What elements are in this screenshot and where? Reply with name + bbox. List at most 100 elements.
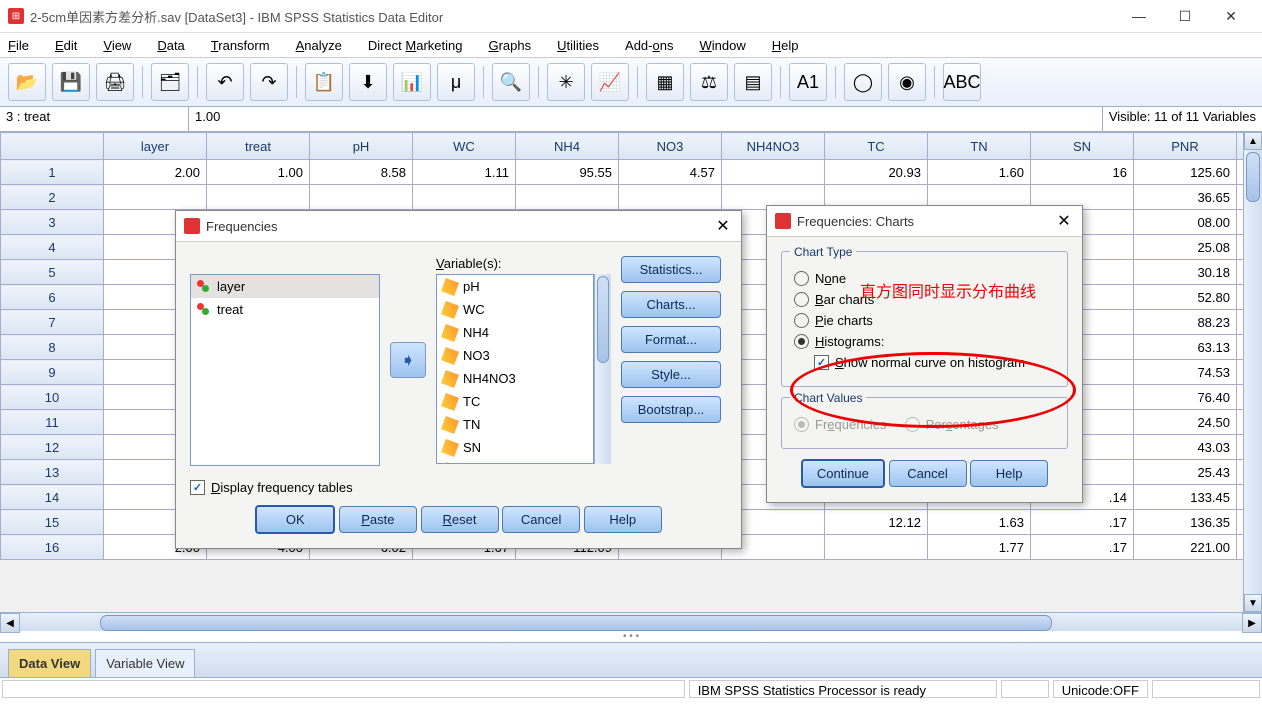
list-item[interactable]: TN [437,413,593,436]
grid-cell[interactable]: 4.57 [619,160,722,185]
row-header[interactable]: 12 [1,435,104,460]
charts-cancel-button[interactable]: Cancel [889,460,967,487]
print-icon[interactable]: 🖨 [96,63,134,101]
menu-data[interactable]: Data [157,38,184,53]
list-item[interactable]: NH4 [437,321,593,344]
scroll-down-arrow[interactable]: ▼ [1244,594,1262,612]
list-item[interactable]: NH4NO3 [437,367,593,390]
minimize-button[interactable]: — [1116,0,1162,32]
use-sets-icon[interactable]: ◯ [844,63,882,101]
charts-help-button[interactable]: Help [970,460,1048,487]
grid-cell[interactable]: 24.50 [1134,410,1237,435]
grid-cell[interactable] [722,160,825,185]
scroll-up-arrow[interactable]: ▲ [1244,132,1262,150]
grid-cell[interactable] [825,535,928,560]
close-button[interactable]: ✕ [1208,0,1254,32]
cell-value[interactable]: 1.00 [189,107,1102,131]
row-header[interactable]: 9 [1,360,104,385]
row-header[interactable]: 16 [1,535,104,560]
grid-cell[interactable]: 221.00 [1134,535,1237,560]
insert-var-icon[interactable]: 📈 [591,63,629,101]
list-item[interactable]: SN [437,436,593,459]
maximize-button[interactable]: ☐ [1162,0,1208,32]
column-header[interactable]: WC [413,133,516,160]
value-labels-icon[interactable]: A1 [789,63,827,101]
column-header[interactable]: treat [207,133,310,160]
format-button[interactable]: Format... [621,326,721,353]
menu-analyze[interactable]: Analyze [296,38,342,53]
continue-button[interactable]: Continue [801,459,885,488]
grid-cell[interactable]: 1.63 [928,510,1031,535]
list-item[interactable]: TC [437,390,593,413]
paste-button[interactable]: Paste [339,506,417,533]
grid-cell[interactable]: 95.55 [516,160,619,185]
row-header[interactable]: 6 [1,285,104,310]
grid-cell[interactable]: 20.93 [825,160,928,185]
tab-data-view[interactable]: Data View [8,649,91,677]
style-button[interactable]: Style... [621,361,721,388]
row-header[interactable]: 14 [1,485,104,510]
menu-direct-marketing[interactable]: Direct Marketing [368,38,463,53]
radio-histograms[interactable]: Histograms: [794,334,1055,349]
row-header[interactable]: 1 [1,160,104,185]
source-variable-list[interactable]: layertreat [190,274,380,466]
grid-cell[interactable]: 88.23 [1134,310,1237,335]
column-header[interactable]: PNR [1134,133,1237,160]
abc-icon[interactable]: ABC [943,63,981,101]
grid-cell[interactable]: 25.08 [1134,235,1237,260]
display-frequency-checkbox[interactable]: ✓ Display frequency tables [190,480,727,495]
column-header[interactable]: layer [104,133,207,160]
recall-icon[interactable]: 🗂 [151,63,189,101]
list-item[interactable]: pH [437,275,593,298]
goto-case-icon[interactable]: 📋 [305,63,343,101]
column-header[interactable]: SN [1031,133,1134,160]
menu-utilities[interactable]: Utilities [557,38,599,53]
menu-file[interactable]: File [8,38,29,53]
grid-cell[interactable]: 25.43 [1134,460,1237,485]
split-icon[interactable]: ▦ [646,63,684,101]
row-header[interactable]: 2 [1,185,104,210]
grid-cell[interactable]: 08.00 [1134,210,1237,235]
tab-variable-view[interactable]: Variable View [95,649,195,677]
scroll-thumb[interactable] [1246,152,1260,202]
grid-cell[interactable]: 2.00 [104,160,207,185]
horizontal-scrollbar[interactable]: ◀ ▶ [0,612,1262,631]
cancel-button[interactable]: Cancel [502,506,580,533]
scroll-right-arrow[interactable]: ▶ [1242,613,1262,633]
vertical-scrollbar[interactable]: ▲ ▼ [1243,132,1262,612]
row-header[interactable]: 5 [1,260,104,285]
charts-button[interactable]: Charts... [621,291,721,318]
menu-view[interactable]: View [103,38,131,53]
menu-edit[interactable]: Edit [55,38,77,53]
open-icon[interactable]: 📂 [8,63,46,101]
row-header[interactable]: 3 [1,210,104,235]
grid-cell[interactable] [413,185,516,210]
column-header[interactable]: pH [310,133,413,160]
row-header[interactable]: 11 [1,410,104,435]
menu-help[interactable]: Help [772,38,799,53]
goto-var-icon[interactable]: ⬇ [349,63,387,101]
move-variable-button[interactable]: ➧ [390,342,426,378]
column-header[interactable]: NH4NO3 [722,133,825,160]
redo-icon[interactable]: ↷ [250,63,288,101]
undo-icon[interactable]: ↶ [206,63,244,101]
find-mu-icon[interactable]: μ [437,63,475,101]
grid-cell[interactable]: 1.60 [928,160,1031,185]
row-header[interactable]: 4 [1,235,104,260]
grid-cell[interactable]: 30.18 [1134,260,1237,285]
grid-cell[interactable]: 136.35 [1134,510,1237,535]
grid-cell[interactable]: 133.45 [1134,485,1237,510]
grid-cell[interactable]: 74.53 [1134,360,1237,385]
find-icon[interactable]: 🔍 [492,63,530,101]
list-scrollbar[interactable] [594,274,611,464]
list-item[interactable]: layer [191,275,379,298]
overlay-icon[interactable]: ◉ [888,63,926,101]
list-item[interactable]: WC [437,298,593,321]
grid-cell[interactable]: 16 [1031,160,1134,185]
column-header[interactable]: NH4 [516,133,619,160]
grid-cell[interactable]: 1.11 [413,160,516,185]
grid-cell[interactable] [516,185,619,210]
help-button[interactable]: Help [584,506,662,533]
grid-cell[interactable]: 8.58 [310,160,413,185]
grid-cell[interactable]: .17 [1031,510,1134,535]
